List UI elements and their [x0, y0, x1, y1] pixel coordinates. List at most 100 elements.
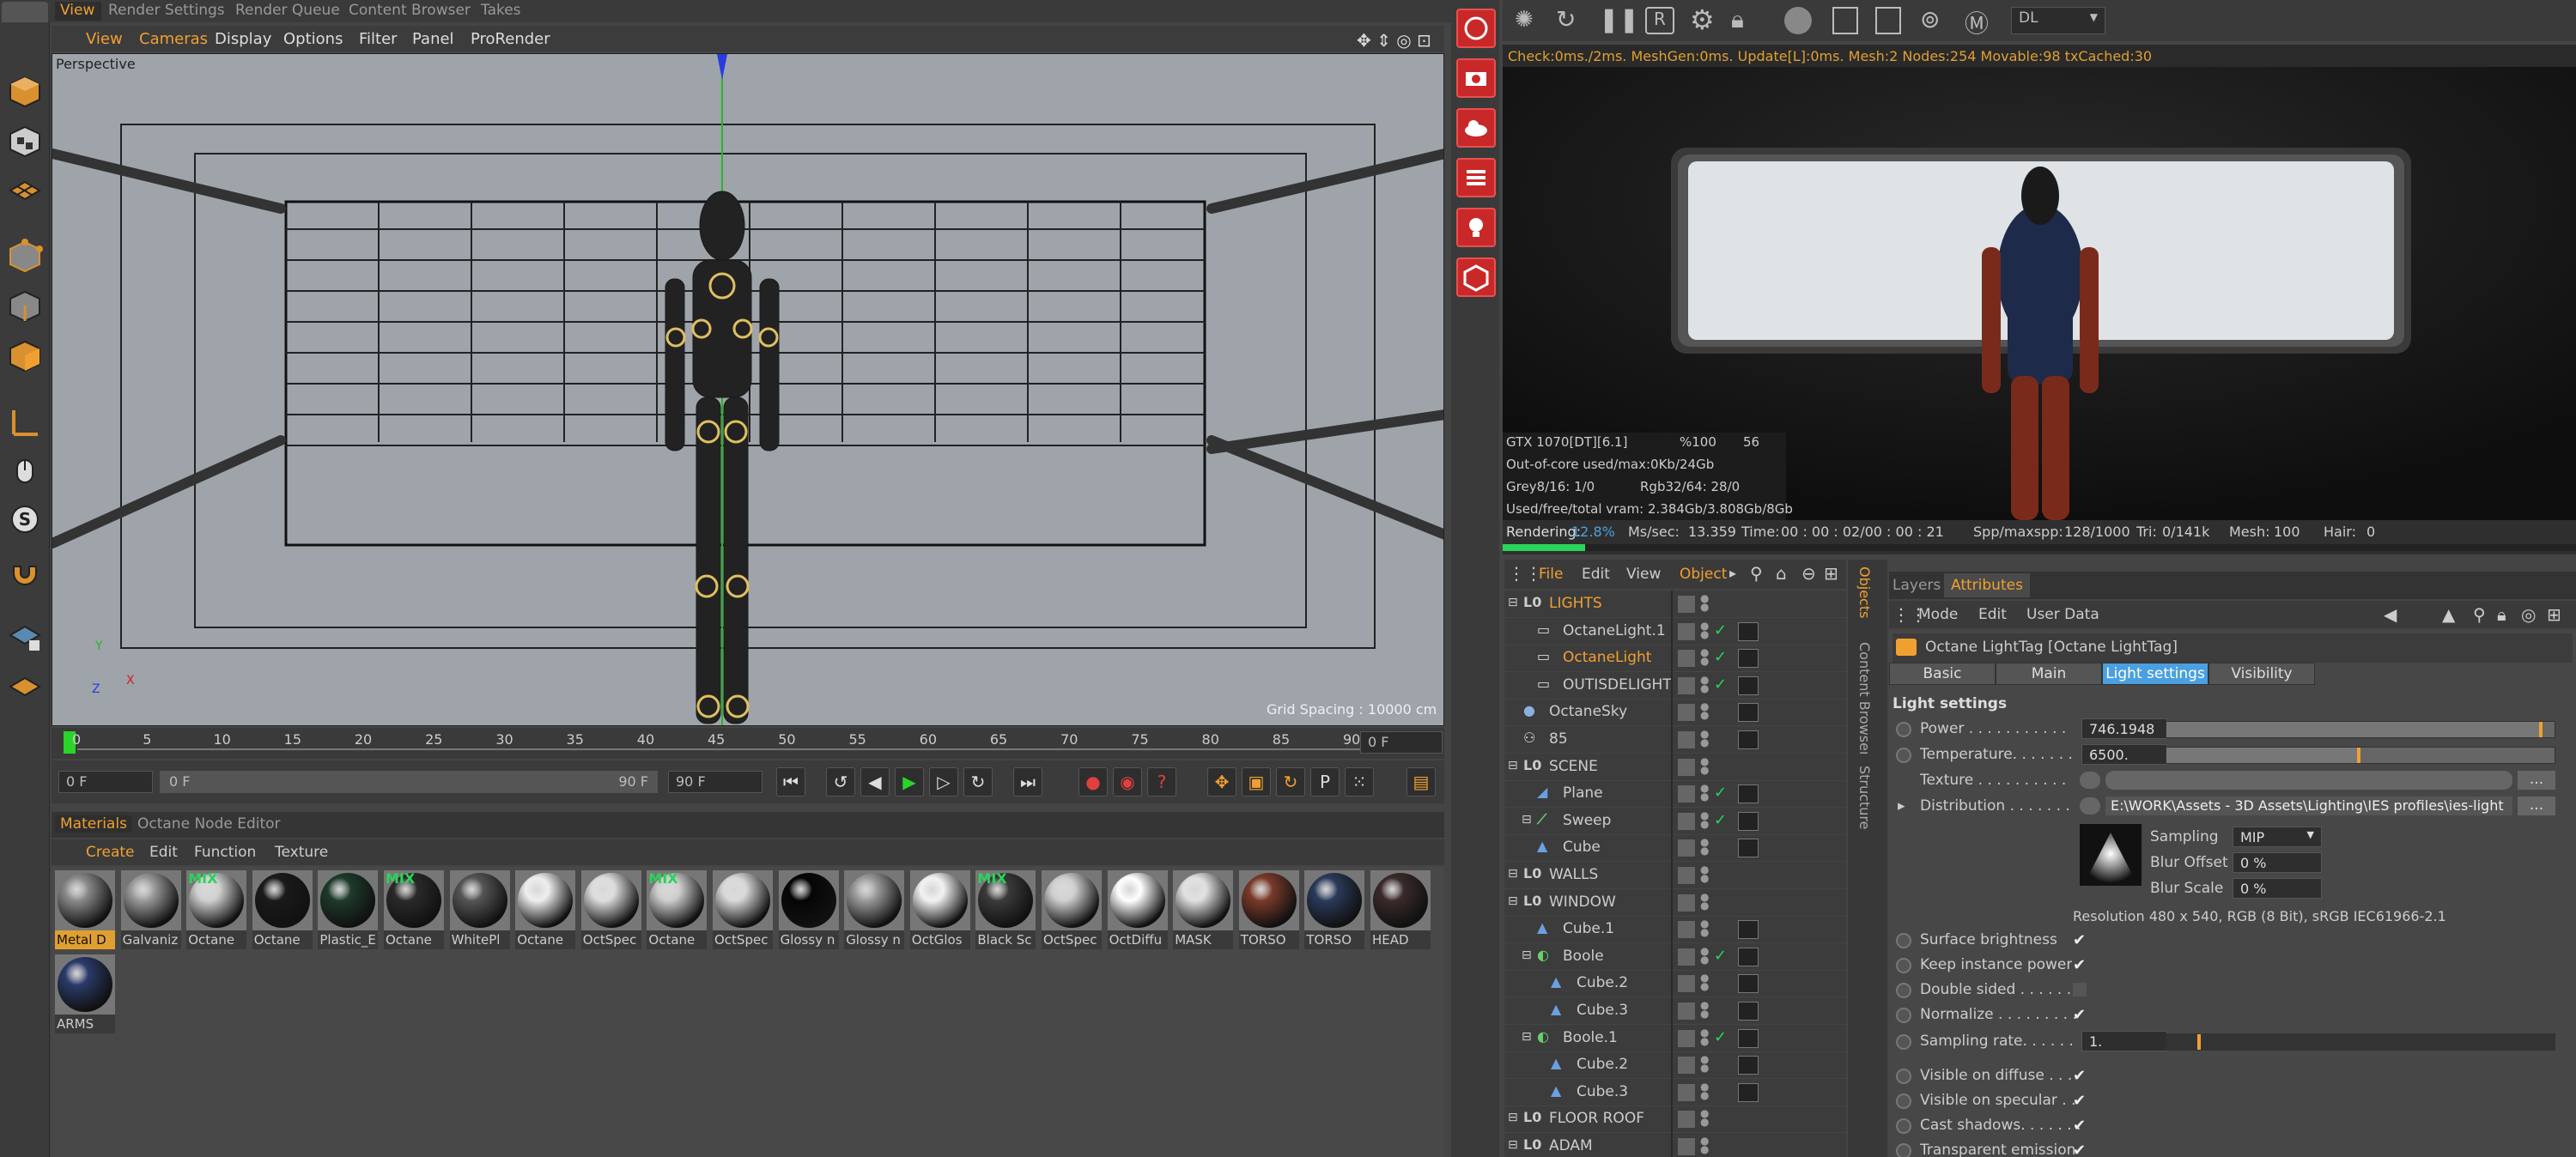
layer-visibility-icon[interactable] — [1678, 622, 1695, 640]
editor-render-dots-icon[interactable]: ● ● — [1700, 756, 1709, 775]
target-icon[interactable]: ◎ — [2521, 604, 2536, 625]
menu-user-data[interactable]: User Data — [2026, 606, 2099, 623]
layer-visibility-icon[interactable] — [1678, 1029, 1695, 1047]
tag-icon[interactable] — [1738, 703, 1759, 723]
expand-toggle-icon[interactable]: ⊟ — [1508, 1111, 1518, 1124]
tab-materials[interactable]: Materials — [55, 815, 132, 833]
menu-filter[interactable]: Filter — [359, 30, 398, 48]
material-swatch[interactable]: MIX Octane — [186, 870, 247, 953]
menu-view[interactable]: View — [86, 30, 123, 48]
object-name[interactable]: SCENE — [1549, 758, 1598, 775]
power-slider[interactable] — [2166, 721, 2555, 738]
material-swatch[interactable]: OctDiffu — [1107, 870, 1168, 953]
editor-render-dots-icon[interactable]: ● ● — [1700, 918, 1709, 937]
tag-icon[interactable] — [1738, 893, 1759, 912]
enabled-check-icon[interactable]: ✓ — [1714, 811, 1727, 829]
tag-icon[interactable] — [1738, 920, 1759, 940]
lock-icon[interactable]: 🔒︎ — [2497, 604, 2506, 625]
menu-function[interactable]: Function — [194, 844, 256, 861]
tag-icon[interactable] — [1738, 1028, 1759, 1048]
end-frame-field[interactable]: 90 F — [668, 771, 762, 793]
object-row[interactable]: ⊟ L0 LIGHTS ● ● — [1504, 591, 1846, 618]
layer-visibility-icon[interactable] — [1678, 975, 1695, 993]
key-pla-button[interactable]: ⁙ — [1345, 767, 1374, 797]
anim-radio[interactable] — [1896, 1118, 1911, 1134]
editor-render-dots-icon[interactable]: ● ● — [1700, 946, 1709, 965]
enabled-check-icon[interactable]: ✓ — [1714, 648, 1727, 666]
tab-view[interactable]: View — [55, 2, 101, 21]
up-arrow-icon[interactable]: ▲ — [2442, 604, 2455, 625]
octane-cloud-icon[interactable] — [1456, 108, 1496, 148]
polygons-mode-icon[interactable] — [5, 336, 45, 376]
menu-panel[interactable]: Panel — [412, 30, 454, 48]
play-button[interactable]: ▶ — [895, 767, 924, 797]
object-row[interactable]: ⊟ ◐ Boole.1 ● ● ✓ — [1504, 1025, 1846, 1052]
editor-render-dots-icon[interactable]: ● ● — [1700, 1027, 1709, 1046]
object-row[interactable]: ⊟ L0 ADAM ● ● — [1504, 1133, 1846, 1157]
prev-key-button[interactable]: ↺ — [826, 767, 855, 797]
checkbox[interactable] — [2073, 983, 2087, 996]
menu-edit[interactable]: Edit — [1978, 606, 2007, 623]
go-to-end-button[interactable]: ⏭ — [1013, 767, 1042, 797]
expand-toggle-icon[interactable]: ⊟ — [1508, 867, 1518, 881]
editor-render-dots-icon[interactable]: ● ● — [1700, 675, 1709, 694]
expand-toggle-icon[interactable]: ⊟ — [1522, 1030, 1532, 1044]
menu-display[interactable]: Display — [215, 30, 271, 48]
material-swatch[interactable]: MIX Octane — [384, 870, 444, 953]
texture-browse-button[interactable]: ... — [2518, 771, 2555, 790]
distribution-expand-button[interactable] — [2080, 797, 2100, 815]
object-row[interactable]: ● OctaneSky ● ● — [1504, 699, 1846, 727]
tag-icon[interactable] — [1738, 730, 1759, 749]
material-swatch[interactable]: MIX Octane — [647, 870, 708, 953]
record-key-button[interactable]: ● — [1078, 767, 1108, 797]
expand-toggle-icon[interactable]: ⊟ — [1522, 813, 1532, 827]
pause-render-icon[interactable]: ❚❚ — [1599, 5, 1639, 33]
layer-visibility-icon[interactable] — [1678, 839, 1695, 857]
layer-visibility-icon[interactable] — [1678, 1057, 1695, 1075]
texture-expand-button[interactable] — [2080, 772, 2100, 789]
enabled-check-icon[interactable]: ✓ — [1714, 947, 1727, 965]
region-render-icon[interactable]: R — [1645, 7, 1674, 34]
checkbox[interactable]: ✔ — [2073, 1067, 2090, 1085]
column-divider[interactable] — [1671, 591, 1673, 1157]
search-icon[interactable]: ⚲ — [1750, 563, 1763, 584]
object-row[interactable]: ⊟ L0 FLOOR ROOF ● ● — [1504, 1106, 1846, 1134]
pick-material-icon[interactable]: Ⓜ — [1965, 5, 1989, 39]
model-mode-icon[interactable] — [5, 122, 45, 161]
blur-offset-input[interactable]: 0 % — [2233, 852, 2322, 873]
object-name[interactable]: Cube.3 — [1577, 1002, 1628, 1019]
object-name[interactable]: OctaneLight.1 — [1563, 622, 1666, 639]
layer-visibility-icon[interactable] — [1678, 1138, 1695, 1155]
prev-frame-button[interactable]: ◀ — [860, 767, 890, 797]
object-name[interactable]: Cube — [1563, 839, 1601, 856]
material-swatch[interactable]: Plastic_E — [318, 870, 379, 953]
tag-icon[interactable] — [1738, 839, 1759, 858]
perspective-viewport[interactable]: Perspective Grid Spacing : 10000 cm Y X … — [52, 53, 1444, 726]
material-swatch[interactable]: Galvaniz — [120, 870, 181, 953]
tag-icon[interactable] — [1738, 866, 1759, 885]
editor-render-dots-icon[interactable]: ● ● — [1700, 701, 1709, 720]
layer-visibility-icon[interactable] — [1678, 704, 1695, 722]
enabled-check-icon[interactable]: ✓ — [1714, 621, 1727, 639]
clay-mode-icon[interactable] — [1832, 7, 1858, 34]
enabled-check-icon[interactable]: ✓ — [1714, 1028, 1727, 1046]
editor-render-dots-icon[interactable]: ● ● — [1700, 1108, 1709, 1127]
object-name[interactable]: FLOOR ROOF — [1549, 1110, 1644, 1127]
menu-options[interactable]: Options — [283, 30, 343, 48]
octane-list-icon[interactable] — [1456, 158, 1496, 197]
subtab-visibility[interactable]: Visibility — [2208, 663, 2315, 685]
go-to-start-button[interactable]: ⏮ — [776, 767, 805, 797]
distribution-browse-button[interactable]: ... — [2518, 797, 2555, 815]
key-parameter-button[interactable]: P — [1310, 767, 1340, 797]
object-row[interactable]: ⊟ L0 SCENE ● ● — [1504, 754, 1846, 781]
next-frame-button[interactable]: ▷ — [929, 767, 958, 797]
material-swatch[interactable]: ARMS — [55, 954, 115, 1037]
checkbox[interactable]: ✔ — [2073, 956, 2090, 974]
distribution-path-field[interactable]: E:\WORK\Assets - 3D Assets\Lighting\IES … — [2105, 797, 2512, 815]
object-name[interactable]: 85 — [1549, 730, 1568, 748]
editor-render-dots-icon[interactable]: ● ● — [1700, 810, 1709, 829]
object-name[interactable]: WINDOW — [1549, 893, 1616, 911]
tab-takes[interactable]: Takes — [481, 2, 521, 21]
checkbox[interactable]: ✔ — [2073, 931, 2090, 949]
material-swatch[interactable]: OctSpec — [1042, 870, 1102, 953]
